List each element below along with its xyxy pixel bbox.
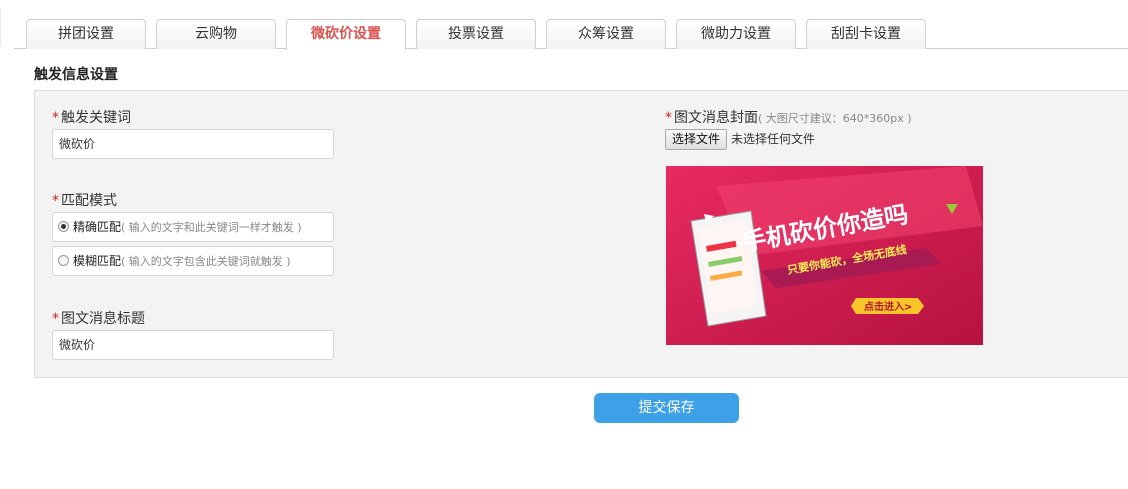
cover-image: 手机砍价你造吗 只要你能砍，全场无底线 点击进入>: [666, 166, 983, 345]
cover-label: * 图文消息封面( 大图尺寸建议：640*360px ): [665, 107, 912, 127]
tab-bar: 拼团设置 云购物 微砍价设置 投票设置 众筹设置 微助力设置 刮刮卡设置: [14, 0, 1128, 50]
tab-assist-settings[interactable]: 微助力设置: [676, 19, 796, 49]
exact-match-label: 精确匹配: [73, 220, 122, 234]
cover-label-text: 图文消息封面: [674, 110, 758, 126]
banner-cta: 点击进入>: [864, 300, 912, 313]
radio-fuzzy-match[interactable]: 模糊匹配( 输入的文字包含此关键词就触发 ): [52, 246, 334, 276]
submit-save-button[interactable]: 提交保存: [594, 393, 739, 423]
cover-banner: 手机砍价你造吗 只要你能砍，全场无底线 点击进入>: [666, 166, 983, 345]
frame-edge: [0, 8, 1, 46]
tab-bargain-settings[interactable]: 微砍价设置: [286, 19, 406, 50]
choose-file-button[interactable]: 选择文件: [665, 129, 728, 150]
required-mark: *: [52, 193, 59, 209]
keyword-label-text: 触发关键词: [61, 110, 131, 126]
match-mode-label: * 匹配模式: [52, 190, 117, 210]
tab-crowdfunding-settings[interactable]: 众筹设置: [546, 19, 666, 49]
exact-match-hint: ( 输入的文字和此关键词一样才触发 ): [121, 221, 302, 234]
required-mark: *: [665, 110, 672, 126]
fuzzy-match-label: 模糊匹配: [73, 254, 122, 268]
tab-cloud-shopping[interactable]: 云购物: [156, 19, 276, 49]
news-title-label: * 图文消息标题: [52, 308, 145, 328]
required-mark: *: [52, 311, 59, 327]
tab-vote-settings[interactable]: 投票设置: [416, 19, 536, 49]
tab-scratch-card-settings[interactable]: 刮刮卡设置: [806, 19, 926, 49]
keyword-label: * 触发关键词: [52, 107, 131, 127]
radio-exact-match[interactable]: 精确匹配( 输入的文字和此关键词一样才触发 ): [52, 212, 334, 242]
keyword-input[interactable]: 微砍价: [52, 129, 334, 159]
no-file-text: 未选择任何文件: [731, 132, 816, 146]
tab-group-buy[interactable]: 拼团设置: [26, 19, 146, 49]
cover-size-hint: ( 大图尺寸建议：640*360px ): [758, 112, 912, 125]
news-title-label-text: 图文消息标题: [61, 311, 145, 327]
fuzzy-match-hint: ( 输入的文字包含此关键词就触发 ): [121, 255, 291, 268]
match-mode-label-text: 匹配模式: [61, 193, 117, 209]
file-picker: 选择文件 未选择任何文件: [665, 129, 815, 150]
section-title: 触发信息设置: [34, 67, 118, 83]
news-title-input[interactable]: 微砍价: [52, 330, 334, 360]
required-mark: *: [52, 110, 59, 126]
radio-selected-icon[interactable]: [58, 221, 69, 232]
radio-unselected-icon[interactable]: [58, 255, 69, 266]
